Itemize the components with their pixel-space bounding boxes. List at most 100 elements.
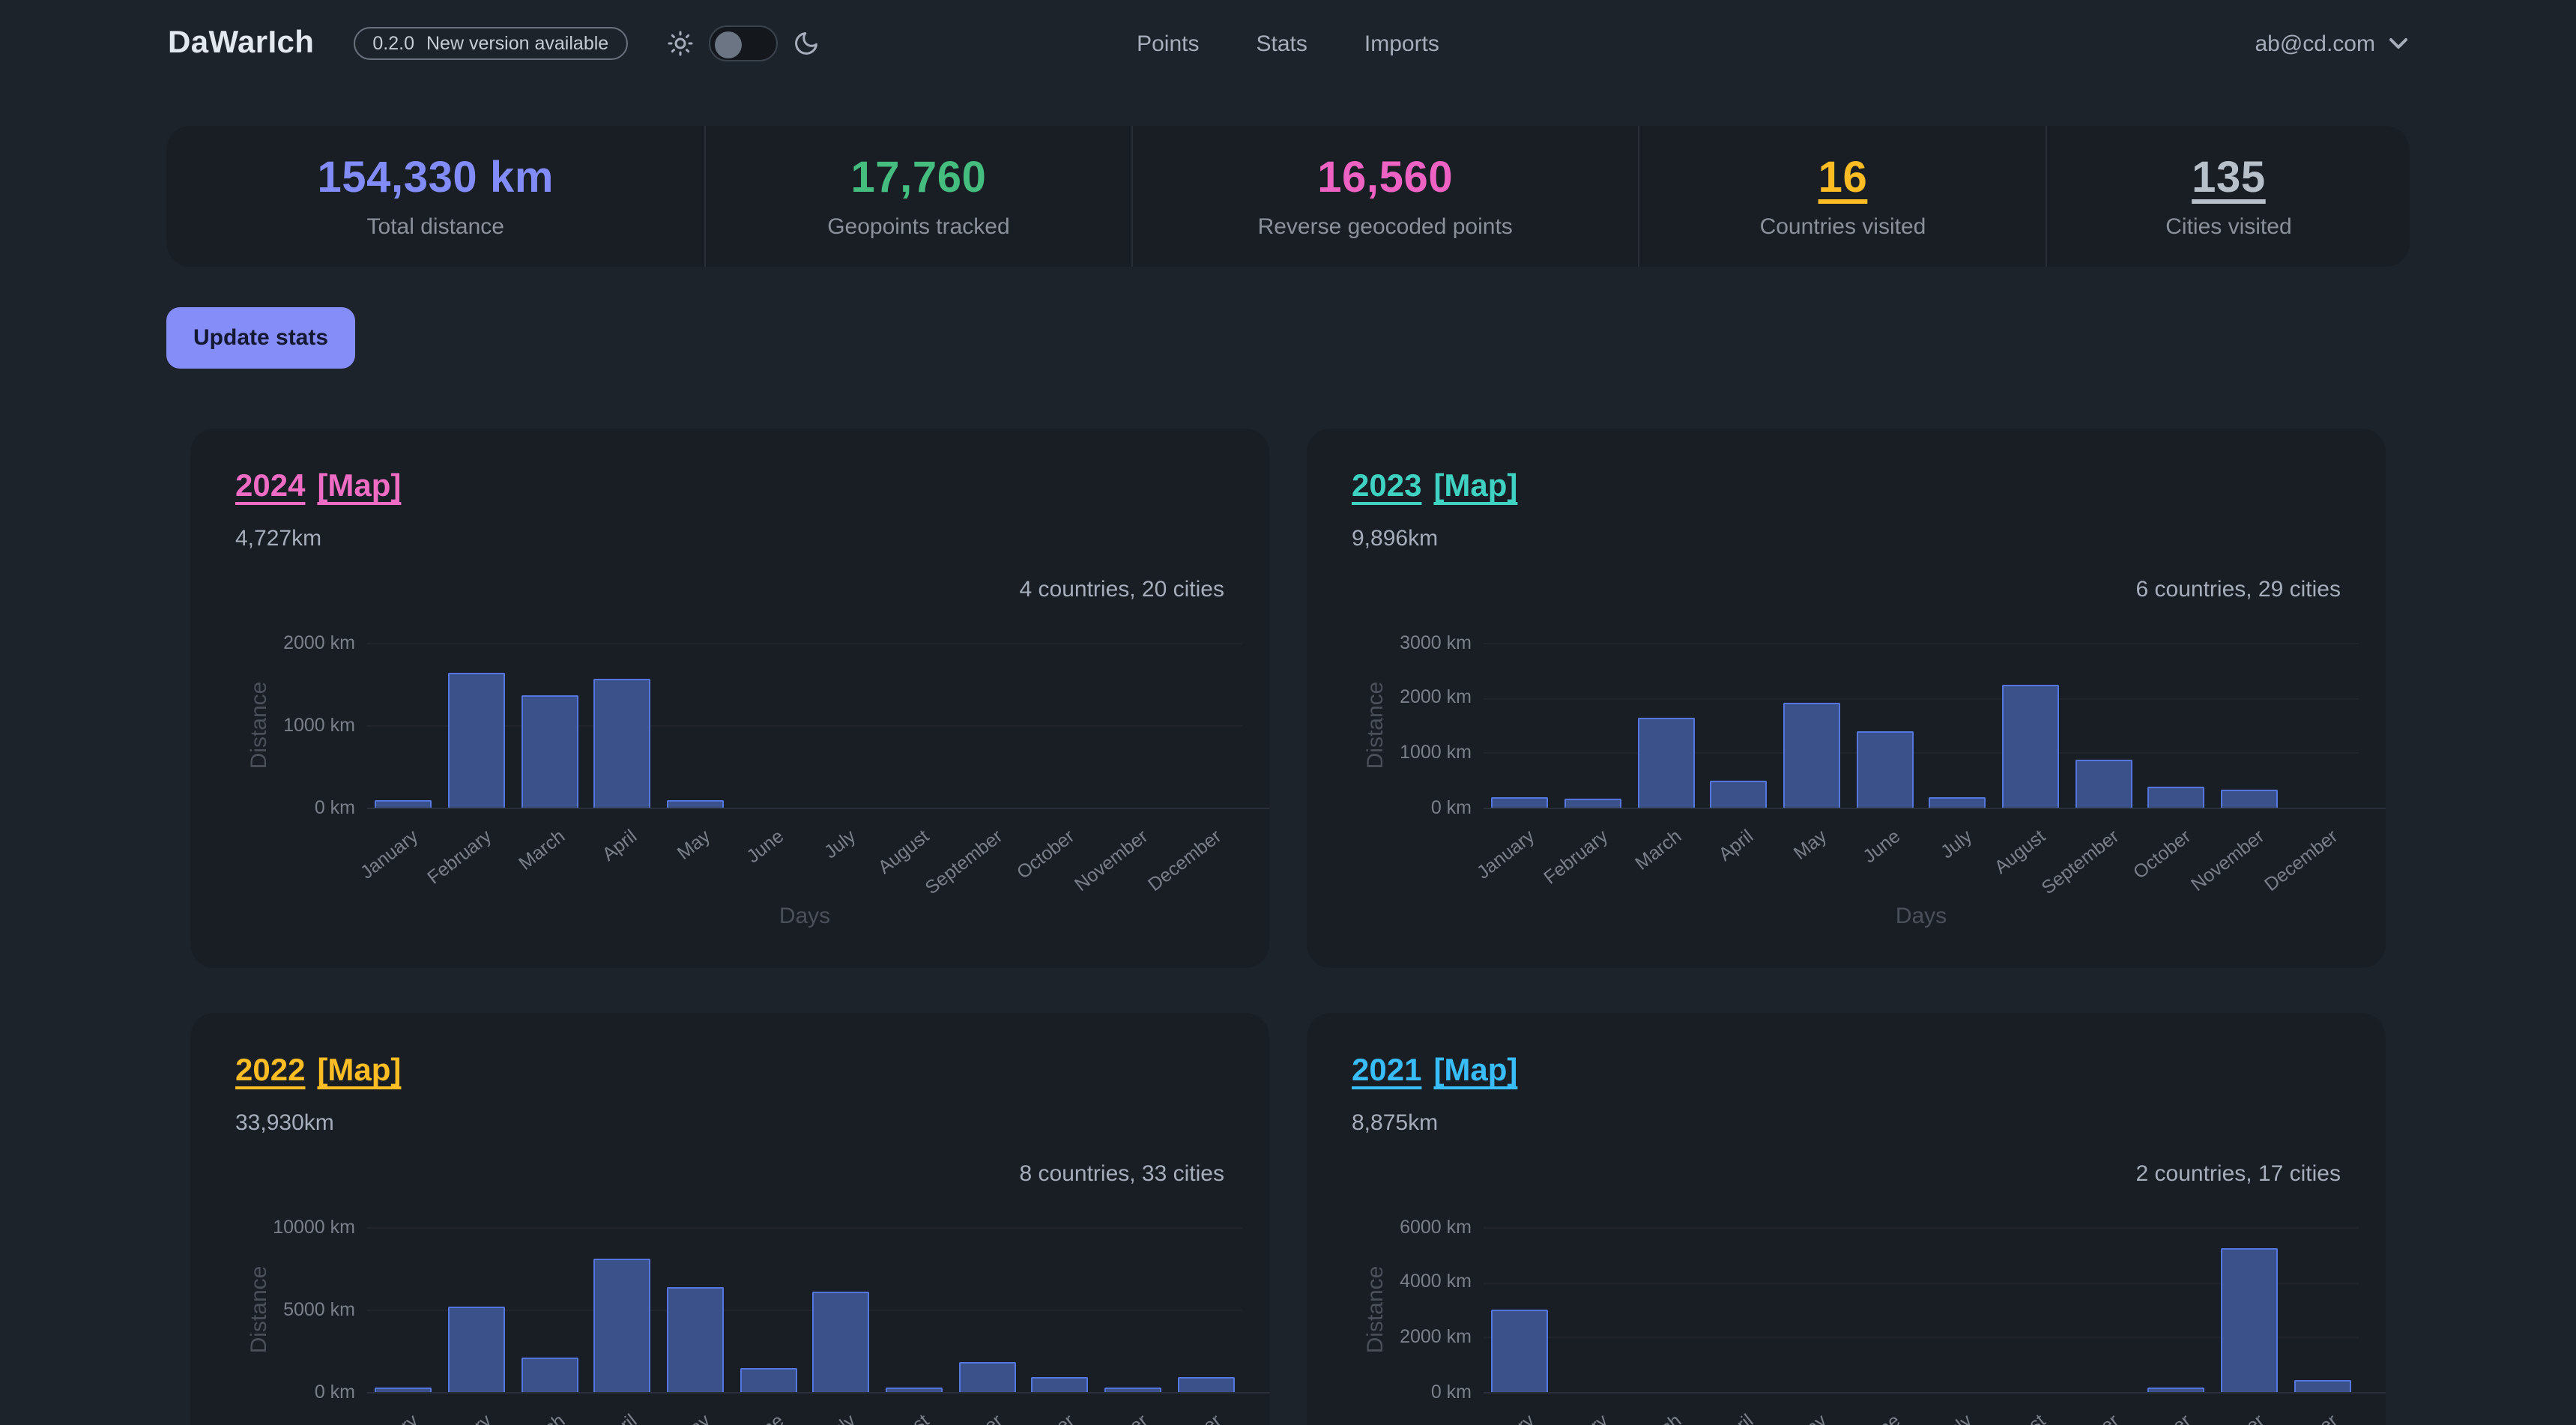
moon-icon [793,30,820,57]
month-label: November [1071,826,1152,895]
month-label: June [743,826,787,867]
month-label: August [1991,1410,2050,1425]
year-link-2022[interactable]: 2022 [235,1053,305,1088]
x-axis-title: Days [1896,904,1947,929]
nav-link-imports[interactable]: Imports [1364,31,1439,56]
month-label: February [423,1410,495,1425]
axis-tick-label: 2000 km [238,632,355,653]
month-label: September [2037,1410,2123,1425]
stat-value[interactable]: 16 [1818,154,1868,203]
month-label: July [821,1410,860,1425]
month-label: November [2187,1410,2268,1425]
chart-bar-october [2148,786,2205,808]
year-cards-grid: 2024[Map]4,727km4 countries, 20 cities0 … [190,429,2386,1425]
month-label: October [1014,1410,1079,1425]
month-label: August [874,1410,934,1425]
chart-bar-january [1492,1310,1549,1392]
month-label: June [1859,826,1904,867]
month-label: November [2187,826,2268,895]
chart-bar-september [2075,759,2132,808]
month-label: June [743,1410,787,1425]
chart-bar-may [1783,704,1840,808]
month-label: June [1859,1410,1904,1425]
update-stats-button[interactable]: Update stats [166,307,355,369]
stat-label: Countries visited [1760,214,1926,239]
chart-bar-february [448,1307,505,1392]
chart-2023: 0 km1000 km2000 km3000 kmJanuaryFebruary… [1352,622,2341,929]
theme-toggle[interactable] [709,25,778,61]
gridline [1484,698,2359,699]
chart-bar-september [958,1362,1015,1392]
chart-bar-february [1564,799,1621,808]
x-axis-title: Days [779,904,830,929]
year-link-2021[interactable]: 2021 [1352,1053,1421,1088]
month-label: December [1143,1410,1224,1425]
month-label: December [1143,826,1224,895]
year-distance: 33,930km [235,1110,1224,1137]
nav-link-points[interactable]: Points [1137,31,1199,56]
chart-bar-january [1492,796,1549,808]
stat-label: Cities visited [2165,214,2291,239]
y-axis-title: Distance [1363,1266,1388,1354]
map-link-2024[interactable]: [Map] [317,469,401,503]
map-link-2023[interactable]: [Map] [1433,469,1517,503]
chart-bar-november [2221,789,2278,808]
chart-bar-december [2294,1380,2350,1393]
x-axis-line [367,1392,1269,1394]
month-label: October [2130,1410,2195,1425]
map-link-2022[interactable]: [Map] [317,1053,401,1088]
year-link-2024[interactable]: 2024 [235,469,305,503]
nav-link-stats[interactable]: Stats [1257,31,1307,56]
stat-total-distance: 154,330 kmTotal distance [166,126,705,267]
chart-bar-january [375,801,432,808]
month-label: January [1474,826,1539,883]
chart-bar-july [1929,798,1986,808]
month-label: April [1715,1410,1758,1425]
chart-bar-march [521,695,578,808]
month-label: May [674,1410,714,1425]
axis-tick-label: 0 km [1355,1381,1472,1402]
month-label: October [2130,826,2195,883]
year-countries-cities: 2 countries, 17 cities [1352,1161,2341,1188]
app-logo[interactable]: DaWarIch [168,25,314,61]
stat-countries-visited: 16 Countries visited [1638,126,2046,267]
year-link-2023[interactable]: 2023 [1352,469,1421,503]
user-menu[interactable]: ab@cd.com [2255,31,2408,56]
theme-switcher [667,25,820,61]
theme-toggle-knob [715,31,742,58]
month-label: February [423,826,495,889]
gridline [367,643,1242,644]
month-label: February [1540,1410,1612,1425]
month-label: August [874,826,934,878]
stat-value: 17,760 [850,154,986,203]
app: DaWarIch 0.2.0 New version available [0,0,2576,1425]
chart-bar-may [667,801,724,808]
chart-bar-february [448,673,505,808]
month-label: March [1631,826,1685,874]
month-label: December [2260,1410,2341,1425]
version-badge[interactable]: 0.2.0 New version available [353,27,628,60]
stat-value[interactable]: 135 [2192,154,2266,203]
month-label: April [599,826,641,865]
map-link-2021[interactable]: [Map] [1433,1053,1517,1088]
year-card-2021: 2021 [Map] 8,875km 2 countries, 17 cities 0 … [1307,1013,2386,1425]
y-axis-title: Distance [247,1266,272,1354]
month-label: January [1474,1410,1539,1425]
chart-bar-april [594,678,651,808]
year-distance: 4,727km [235,526,1224,553]
month-label: April [1715,826,1758,865]
month-label: April [599,1410,641,1425]
month-label: February [1540,826,1612,889]
stat-cities-visited: 135 Cities visited [2046,126,2410,267]
year-countries-cities: 6 countries, 29 cities [1352,577,2341,604]
month-label: May [1790,826,1830,864]
axis-tick-label: 0 km [238,796,355,817]
x-axis-line [367,808,1269,809]
header: DaWarIch 0.2.0 New version available [0,0,2576,87]
chart-bar-april [594,1259,651,1392]
chart-2021: 0 km2000 km4000 km6000 kmJanuaryFebruary… [1352,1206,2341,1425]
gridline [1484,643,2359,644]
year-distance: 8,875km [1352,1110,2341,1137]
year-countries-cities: 8 countries, 33 cities [235,1161,1224,1188]
chart-bar-august [886,1388,943,1393]
